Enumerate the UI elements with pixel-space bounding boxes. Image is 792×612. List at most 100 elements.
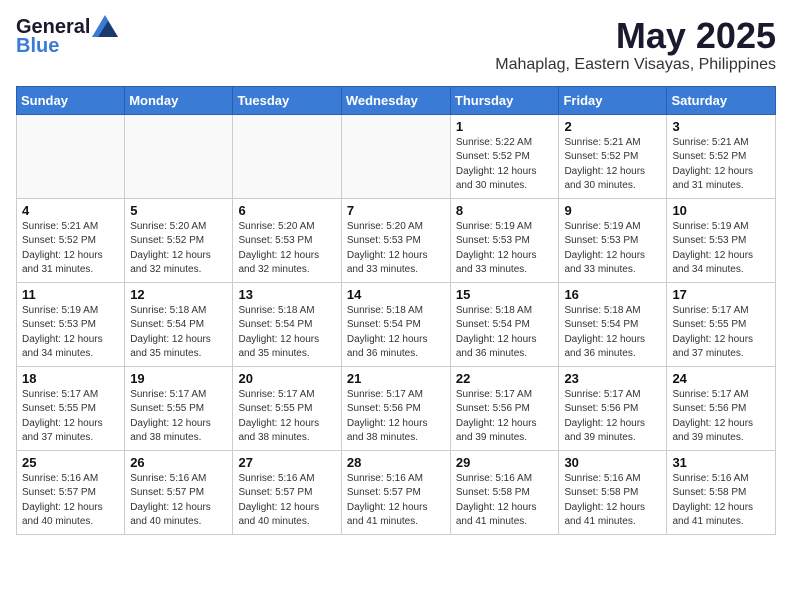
calendar-cell: 15Sunrise: 5:18 AM Sunset: 5:54 PM Dayli… <box>450 282 559 366</box>
logo: General Blue <box>16 16 118 58</box>
day-info: Sunrise: 5:18 AM Sunset: 5:54 PM Dayligh… <box>238 304 335 362</box>
calendar-cell: 9Sunrise: 5:19 AM Sunset: 5:53 PM Daylig… <box>559 198 667 282</box>
calendar-cell: 28 Sunrise: 5:16 AM Sunset: 5:57 PM Dayli… <box>341 450 450 534</box>
calendar-cell: 12Sunrise: 5:18 AM Sunset: 5:54 PM Dayli… <box>125 282 233 366</box>
day-info: Sunrise: 5:17 AM Sunset: 5:55 PM Dayligh… <box>238 388 335 446</box>
calendar-cell: 17Sunrise: 5:17 AM Sunset: 5:55 PM Dayli… <box>667 282 776 366</box>
calendar-cell <box>233 114 341 198</box>
day-info: Sunrise: 5:21 AM Sunset: 5:52 PM Dayligh… <box>672 136 770 194</box>
calendar-cell: 11 Sunrise: 5:19 AM Sunset: 5:53 PM Dayli… <box>17 282 125 366</box>
calendar-cell <box>125 114 233 198</box>
day-info: Sunrise: 5:16 AM Sunset: 5:57 PM Dayligh… <box>238 472 335 530</box>
calendar-cell: 16 Sunrise: 5:18 AM Sunset: 5:54 PM Dayli… <box>559 282 667 366</box>
calendar-cell: 5 Sunrise: 5:20 AM Sunset: 5:52 PM Daylig… <box>125 198 233 282</box>
day-info: Sunrise: 5:18 AM Sunset: 5:54 PM Dayligh… <box>456 304 554 362</box>
title-area: May 2025 Mahaplag, Eastern Visayas, Phil… <box>495 16 776 74</box>
day-info: Sunrise: 5:17 AM Sunset: 5:55 PM Dayligh… <box>22 388 119 446</box>
day-number: 17 <box>672 287 770 302</box>
calendar-cell: 19 Sunrise: 5:17 AM Sunset: 5:55 PM Dayli… <box>125 366 233 450</box>
day-info: Sunrise: 5:17 AM Sunset: 5:56 PM Dayligh… <box>456 388 554 446</box>
calendar-cell: 18 Sunrise: 5:17 AM Sunset: 5:55 PM Dayli… <box>17 366 125 450</box>
calendar-week-row: 4 Sunrise: 5:21 AM Sunset: 5:52 PM Daylig… <box>17 198 776 282</box>
page-header: General Blue May 2025 Mahaplag, Eastern … <box>16 16 776 74</box>
day-number: 20 <box>238 371 335 386</box>
calendar-cell: 25 Sunrise: 5:16 AM Sunset: 5:57 PM Dayli… <box>17 450 125 534</box>
day-info: Sunrise: 5:21 AM Sunset: 5:52 PM Dayligh… <box>564 136 661 194</box>
day-info: Sunrise: 5:18 AM Sunset: 5:54 PM Dayligh… <box>347 304 445 362</box>
day-info: Sunrise: 5:16 AM Sunset: 5:58 PM Dayligh… <box>456 472 554 530</box>
day-number: 24 <box>672 371 770 386</box>
day-number: 26 <box>130 455 227 470</box>
calendar-cell: 20 Sunrise: 5:17 AM Sunset: 5:55 PM Dayli… <box>233 366 341 450</box>
calendar-week-row: 1 Sunrise: 5:22 AM Sunset: 5:52 PM Daylig… <box>17 114 776 198</box>
day-info: Sunrise: 5:16 AM Sunset: 5:57 PM Dayligh… <box>130 472 227 530</box>
day-number: 18 <box>22 371 119 386</box>
weekday-header-sunday: Sunday <box>17 86 125 114</box>
day-info: Sunrise: 5:16 AM Sunset: 5:58 PM Dayligh… <box>672 472 770 530</box>
day-number: 1 <box>456 119 554 134</box>
day-number: 12 <box>130 287 227 302</box>
calendar-cell: 4 Sunrise: 5:21 AM Sunset: 5:52 PM Daylig… <box>17 198 125 282</box>
weekday-header-tuesday: Tuesday <box>233 86 341 114</box>
calendar-cell: 1 Sunrise: 5:22 AM Sunset: 5:52 PM Daylig… <box>450 114 559 198</box>
day-info: Sunrise: 5:20 AM Sunset: 5:52 PM Dayligh… <box>130 220 227 278</box>
day-number: 14 <box>347 287 445 302</box>
calendar-cell: 31 Sunrise: 5:16 AM Sunset: 5:58 PM Dayli… <box>667 450 776 534</box>
day-info: Sunrise: 5:21 AM Sunset: 5:52 PM Dayligh… <box>22 220 119 278</box>
location-title: Mahaplag, Eastern Visayas, Philippines <box>495 56 776 74</box>
calendar-cell: 30Sunrise: 5:16 AM Sunset: 5:58 PM Dayli… <box>559 450 667 534</box>
day-info: Sunrise: 5:17 AM Sunset: 5:56 PM Dayligh… <box>347 388 445 446</box>
calendar-week-row: 11 Sunrise: 5:19 AM Sunset: 5:53 PM Dayli… <box>17 282 776 366</box>
calendar-cell: 2Sunrise: 5:21 AM Sunset: 5:52 PM Daylig… <box>559 114 667 198</box>
logo-icon <box>92 15 118 37</box>
day-info: Sunrise: 5:17 AM Sunset: 5:56 PM Dayligh… <box>672 388 770 446</box>
day-number: 30 <box>564 455 661 470</box>
day-info: Sunrise: 5:20 AM Sunset: 5:53 PM Dayligh… <box>347 220 445 278</box>
day-info: Sunrise: 5:19 AM Sunset: 5:53 PM Dayligh… <box>672 220 770 278</box>
calendar-cell: 26 Sunrise: 5:16 AM Sunset: 5:57 PM Dayli… <box>125 450 233 534</box>
weekday-header-row: SundayMondayTuesdayWednesdayThursdayFrid… <box>17 86 776 114</box>
calendar-cell <box>341 114 450 198</box>
day-info: Sunrise: 5:17 AM Sunset: 5:55 PM Dayligh… <box>130 388 227 446</box>
weekday-header-wednesday: Wednesday <box>341 86 450 114</box>
day-number: 31 <box>672 455 770 470</box>
day-number: 4 <box>22 203 119 218</box>
calendar-cell: 8 Sunrise: 5:19 AM Sunset: 5:53 PM Daylig… <box>450 198 559 282</box>
day-info: Sunrise: 5:19 AM Sunset: 5:53 PM Dayligh… <box>564 220 661 278</box>
day-number: 11 <box>22 287 119 302</box>
day-number: 22 <box>456 371 554 386</box>
day-number: 8 <box>456 203 554 218</box>
day-number: 28 <box>347 455 445 470</box>
calendar-cell: 29 Sunrise: 5:16 AM Sunset: 5:58 PM Dayli… <box>450 450 559 534</box>
day-number: 21 <box>347 371 445 386</box>
weekday-header-friday: Friday <box>559 86 667 114</box>
day-number: 25 <box>22 455 119 470</box>
day-info: Sunrise: 5:22 AM Sunset: 5:52 PM Dayligh… <box>456 136 554 194</box>
calendar-cell <box>17 114 125 198</box>
month-title: May 2025 <box>495 16 776 56</box>
day-info: Sunrise: 5:16 AM Sunset: 5:57 PM Dayligh… <box>347 472 445 530</box>
day-info: Sunrise: 5:19 AM Sunset: 5:53 PM Dayligh… <box>456 220 554 278</box>
weekday-header-monday: Monday <box>125 86 233 114</box>
calendar-cell: 27 Sunrise: 5:16 AM Sunset: 5:57 PM Dayli… <box>233 450 341 534</box>
calendar-week-row: 18 Sunrise: 5:17 AM Sunset: 5:55 PM Dayli… <box>17 366 776 450</box>
calendar-cell: 23 Sunrise: 5:17 AM Sunset: 5:56 PM Dayli… <box>559 366 667 450</box>
weekday-header-saturday: Saturday <box>667 86 776 114</box>
day-number: 29 <box>456 455 554 470</box>
day-number: 16 <box>564 287 661 302</box>
day-number: 10 <box>672 203 770 218</box>
day-number: 23 <box>564 371 661 386</box>
logo-blue-text: Blue <box>16 35 59 58</box>
day-number: 19 <box>130 371 227 386</box>
day-info: Sunrise: 5:18 AM Sunset: 5:54 PM Dayligh… <box>564 304 661 362</box>
day-number: 6 <box>238 203 335 218</box>
day-info: Sunrise: 5:16 AM Sunset: 5:57 PM Dayligh… <box>22 472 119 530</box>
day-number: 27 <box>238 455 335 470</box>
day-number: 3 <box>672 119 770 134</box>
weekday-header-thursday: Thursday <box>450 86 559 114</box>
day-number: 5 <box>130 203 227 218</box>
calendar-cell: 22 Sunrise: 5:17 AM Sunset: 5:56 PM Dayli… <box>450 366 559 450</box>
day-info: Sunrise: 5:19 AM Sunset: 5:53 PM Dayligh… <box>22 304 119 362</box>
calendar-week-row: 25 Sunrise: 5:16 AM Sunset: 5:57 PM Dayli… <box>17 450 776 534</box>
day-info: Sunrise: 5:17 AM Sunset: 5:56 PM Dayligh… <box>564 388 661 446</box>
